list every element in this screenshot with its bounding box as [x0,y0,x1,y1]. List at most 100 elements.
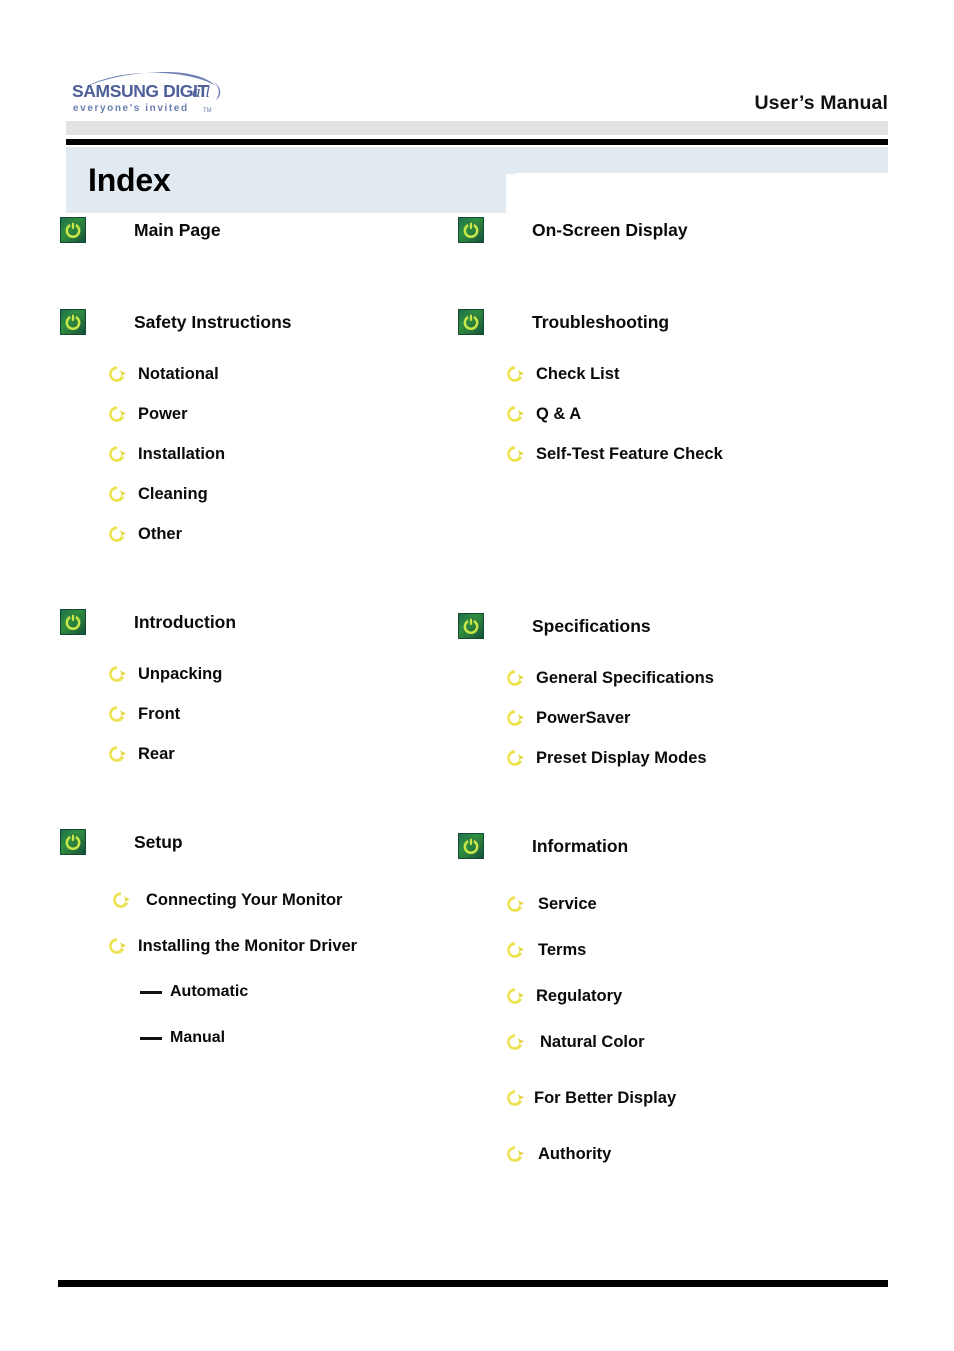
power-button-green-icon [60,217,86,243]
circular-arrow-yellow-icon [106,483,128,505]
index-link-label: Check List [536,364,620,383]
power-button-green-icon [60,829,86,855]
index-link-label: Introduction [134,611,237,632]
index-column-left: Main Page Safety Instructions Notational [60,213,480,1053]
svg-text:SAMSUNG DIGIT: SAMSUNG DIGIT [72,81,208,101]
row-spacer [458,1057,878,1083]
index-link-label: Natural Color [540,1032,645,1051]
index-link-rear[interactable]: Rear [106,739,480,769]
circular-arrow-yellow-icon [504,443,526,465]
index-link-connecting-your-monitor[interactable]: Connecting Your Monitor [110,885,480,915]
manual-title: User’s Manual [754,92,888,114]
circular-arrow-yellow-icon [504,747,526,769]
index-link-safety-instructions[interactable]: Safety Instructions [60,305,480,339]
index-link-information[interactable]: Information [458,829,878,863]
index-link-check-list[interactable]: Check List [504,359,878,389]
index-link-label: Safety Instructions [134,311,292,332]
index-link-main-page[interactable]: Main Page [60,213,480,247]
index-link-label: Front [138,704,181,723]
index-link-for-better-display[interactable]: For Better Display [504,1083,878,1113]
index-link-terms[interactable]: Terms [504,935,878,965]
index-link-power[interactable]: Power [106,399,480,429]
page-title: Index [88,162,171,198]
row-spacer [60,429,480,439]
row-spacer [60,689,480,699]
index-link-label: Installation [138,444,226,463]
circular-arrow-yellow-icon [106,935,128,957]
em-dash-icon [140,990,162,994]
index-link-automatic[interactable]: Automatic [140,977,480,1007]
row-spacer [60,649,480,659]
index-link-label: On-Screen Display [532,219,688,240]
row-spacer [60,869,480,885]
index-link-installation[interactable]: Installation [106,439,480,469]
row-spacer [458,389,878,399]
index-link-manual[interactable]: Manual [140,1023,480,1053]
power-button-green-icon [458,309,484,335]
index-group-safety-instructions: Safety Instructions Notational Power Ins… [60,305,480,549]
index-link-general-specifications[interactable]: General Specifications [504,663,878,693]
row-spacer [60,729,480,739]
row-spacer [60,1007,480,1023]
index-link-installing-the-monitor-driver[interactable]: Installing the Monitor Driver [106,931,480,961]
index-link-label: Q & A [536,404,582,423]
index-link-label: Unpacking [138,664,223,683]
row-spacer [60,509,480,519]
index-link-self-test-feature-check[interactable]: Self-Test Feature Check [504,439,878,469]
circular-arrow-yellow-icon [504,985,526,1007]
index-link-on-screen-display[interactable]: On-Screen Display [458,213,878,247]
index-link-label: Regulatory [536,986,623,1005]
index-link-label: Installing the Monitor Driver [138,936,358,955]
index-link-unpacking[interactable]: Unpacking [106,659,480,689]
circular-arrow-yellow-icon [504,939,526,961]
index-link-setup[interactable]: Setup [60,825,480,859]
index-link-q-and-a[interactable]: Q & A [504,399,878,429]
row-spacer [458,965,878,981]
index-link-specifications[interactable]: Specifications [458,609,878,643]
svg-text:everyone's invited: everyone's invited [73,103,189,114]
circular-arrow-yellow-icon [504,707,526,729]
index-link-label: Authority [538,1144,612,1163]
index-group-on-screen-display: On-Screen Display [458,213,878,247]
index-link-regulatory[interactable]: Regulatory [504,981,878,1011]
circular-arrow-yellow-icon [106,703,128,725]
index-group-setup: Setup Connecting Your Monitor Installing… [60,825,480,1053]
row-spacer [60,961,480,977]
page-title-tab: Index [66,147,888,213]
row-spacer [60,389,480,399]
index-link-label: Notational [138,364,219,383]
index-link-label: Setup [134,831,183,852]
index-link-label: Power [138,404,188,423]
svg-text:all: all [192,82,210,101]
row-spacer [458,1113,878,1139]
circular-arrow-yellow-icon [106,523,128,545]
index-link-powersaver[interactable]: PowerSaver [504,703,878,733]
circular-arrow-yellow-icon [504,363,526,385]
index-link-natural-color[interactable]: Natural Color [504,1027,878,1057]
circular-arrow-yellow-icon [504,1031,526,1053]
index-link-label: Service [538,894,597,913]
circular-arrow-yellow-icon [504,1087,526,1109]
index-link-label: Rear [138,744,175,763]
index-link-preset-display-modes[interactable]: Preset Display Modes [504,743,878,773]
index-link-label: Preset Display Modes [536,748,707,767]
index-link-troubleshooting[interactable]: Troubleshooting [458,305,878,339]
page-header: SAMSUNG DIGIT all everyone's invited TM … [0,0,954,146]
index-link-authority[interactable]: Authority [504,1139,878,1169]
footer-divider-rule [58,1280,888,1287]
row-spacer [60,915,480,931]
circular-arrow-yellow-icon [504,403,526,425]
power-button-green-icon [458,613,484,639]
power-button-green-icon [458,217,484,243]
index-link-other[interactable]: Other [106,519,480,549]
index-link-introduction[interactable]: Introduction [60,605,480,639]
index-link-front[interactable]: Front [106,699,480,729]
index-link-service[interactable]: Service [504,889,878,919]
index-link-label: Other [138,524,183,543]
header-grey-band [66,121,888,135]
index-link-notational[interactable]: Notational [106,359,480,389]
index-link-cleaning[interactable]: Cleaning [106,479,480,509]
